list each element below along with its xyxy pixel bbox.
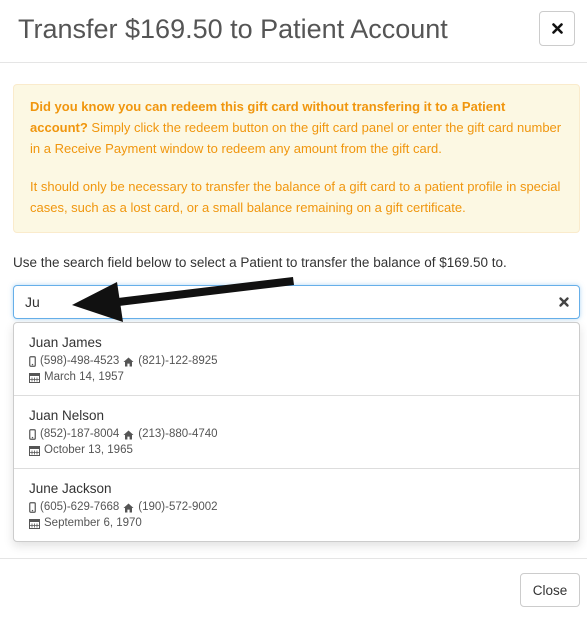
- calendar-icon: [29, 446, 40, 456]
- patient-name: Juan James: [29, 335, 102, 350]
- patient-result-item[interactable]: June Jackson (605)-629-7668 (190)-572-90…: [14, 469, 579, 541]
- close-button[interactable]: Close: [520, 573, 580, 607]
- clear-icon[interactable]: [557, 295, 571, 309]
- mobile-phone-icon: [29, 429, 36, 440]
- patient-home-phone: (190)-572-9002: [138, 501, 218, 513]
- search-instructions: Use the search field below to select a P…: [13, 255, 507, 270]
- patient-home-phone: (821)-122-8925: [138, 355, 218, 367]
- patient-dob: March 14, 1957: [29, 370, 579, 385]
- alert-note: It should only be necessary to transfer …: [30, 179, 561, 215]
- patient-mobile: (852)-187-8004: [40, 428, 120, 440]
- patient-home-phone: (213)-880-4740: [138, 428, 218, 440]
- patient-name: June Jackson: [29, 481, 112, 496]
- patient-birthdate: October 13, 1965: [44, 444, 133, 456]
- patient-name: Juan Nelson: [29, 408, 105, 423]
- gift-card-info-alert: Did you know you can redeem this gift ca…: [13, 84, 580, 233]
- footer-divider: [0, 558, 587, 559]
- patient-result-item[interactable]: Juan Nelson (852)-187-8004 (213)-880-474…: [14, 396, 579, 469]
- close-icon: [551, 23, 563, 34]
- patient-dob: October 13, 1965: [29, 443, 579, 458]
- mobile-phone-icon: [29, 502, 36, 513]
- patient-phones: (605)-629-7668 (190)-572-9002: [29, 500, 579, 515]
- patient-search-box: [13, 285, 580, 319]
- modal-close-button[interactable]: [539, 11, 575, 46]
- patient-result-item[interactable]: Juan James (598)-498-4523 (821)-122-8925…: [14, 323, 579, 396]
- home-icon: [123, 357, 134, 366]
- patient-mobile: (598)-498-4523: [40, 355, 120, 367]
- calendar-icon: [29, 519, 40, 529]
- home-icon: [123, 430, 134, 439]
- patient-phones: (852)-187-8004 (213)-880-4740: [29, 427, 579, 442]
- alert-paragraph: Did you know you can redeem this gift ca…: [30, 96, 564, 159]
- home-icon: [123, 503, 134, 512]
- calendar-icon: [29, 373, 40, 383]
- patient-phones: (598)-498-4523 (821)-122-8925: [29, 354, 579, 369]
- patient-mobile: (605)-629-7668: [40, 501, 120, 513]
- patient-dob: September 6, 1970: [29, 516, 579, 531]
- alert-text: Simply click the redeem button on the gi…: [30, 120, 562, 156]
- patient-birthdate: September 6, 1970: [44, 517, 142, 529]
- modal-title: Transfer $169.50 to Patient Account: [18, 14, 448, 44]
- mobile-phone-icon: [29, 356, 36, 367]
- patient-results-dropdown: Juan James (598)-498-4523 (821)-122-8925…: [13, 322, 580, 542]
- patient-search-input[interactable]: [14, 286, 544, 318]
- modal-header: Transfer $169.50 to Patient Account: [0, 0, 587, 63]
- patient-birthdate: March 14, 1957: [44, 371, 124, 383]
